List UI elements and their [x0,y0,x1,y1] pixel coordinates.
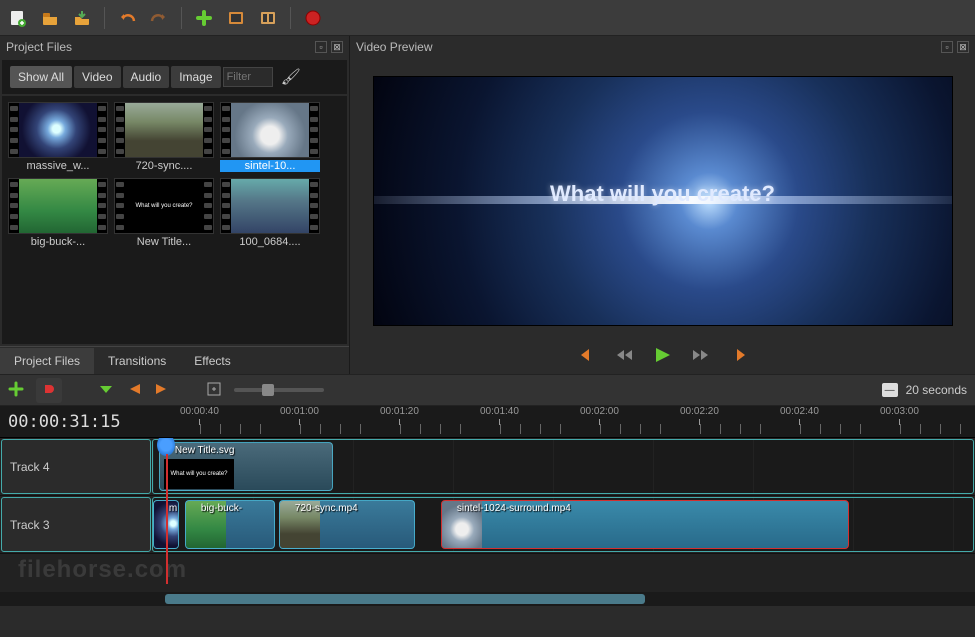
center-playhead-icon[interactable] [206,381,222,400]
ruler-tick: 00:01:20 [380,406,419,425]
prev-marker-icon[interactable] [126,382,142,399]
project-file-thumb[interactable]: 720-sync.... [114,102,214,172]
timeline-scrollbar[interactable] [0,592,975,606]
zoom-level-icon[interactable]: — [882,383,898,397]
project-file-thumb[interactable]: massive_w... [8,102,108,172]
main-toolbar [0,0,975,36]
timeline-clip[interactable]: ▼720-sync.mp4 [279,500,415,549]
panel-close-icon[interactable]: ⊠ [331,41,343,53]
timeline-clip[interactable]: ▼big-buck- [185,500,275,549]
tab-project-files[interactable]: Project Files [0,348,94,374]
video-preview[interactable]: What will you create? [373,76,953,326]
forward-icon[interactable] [691,347,711,366]
filter-input[interactable] [223,67,273,87]
ruler-tick: 00:01:40 [480,406,519,425]
filter-row: Show All Video Audio Image 🖌 [2,60,347,94]
timeline: 00:00:31:15 00:00:40 00:01:00 00:01:20 00:0… [0,406,975,606]
timeline-tracks: Track 4▼New Title.svgWhat will you creat… [0,438,975,592]
add-track-icon[interactable] [8,381,24,400]
ruler-tick: 00:01:00 [280,406,319,425]
new-file-icon[interactable] [8,8,28,28]
filter-audio[interactable]: Audio [123,66,170,88]
tab-effects[interactable]: Effects [180,348,244,374]
ruler-tick: 00:02:40 [780,406,819,425]
separator [181,7,182,29]
video-preview-header: Video Preview ▫ ⊠ [350,36,975,58]
filmstrip-icon[interactable] [226,8,246,28]
open-file-icon[interactable] [40,8,60,28]
preview-overlay-text: What will you create? [374,181,952,207]
clear-filter-icon[interactable]: 🖌 [281,67,301,87]
video-preview-title: Video Preview [356,40,433,54]
filmstrip2-icon[interactable] [258,8,278,28]
project-file-thumb[interactable]: What will you create?New Title... [114,178,214,248]
timeline-clip[interactable]: ▼sintel-1024-surround.mp4 [441,500,849,549]
zoom-slider[interactable] [234,388,324,392]
rewind-icon[interactable] [615,347,635,366]
ruler-tick: 00:03:00 [880,406,919,425]
filter-show-all[interactable]: Show All [10,66,72,88]
separator [290,7,291,29]
timeline-clip[interactable]: ▼New Title.svgWhat will you create? [159,442,333,491]
panel-close-icon[interactable]: ⊠ [957,41,969,53]
ruler-tick: 00:02:00 [580,406,619,425]
marker-dropdown-icon[interactable] [98,383,114,398]
track-header[interactable]: Track 4 [1,439,151,494]
project-files-grid: massive_w...720-sync....sintel-10... big-… [2,96,347,344]
panel-detach-icon[interactable]: ▫ [315,41,327,53]
jump-start-icon[interactable] [577,347,597,366]
redo-icon[interactable] [149,8,169,28]
panel-tabs: Project Files Transitions Effects [0,346,349,374]
timeline-ruler[interactable]: 00:00:31:15 00:00:40 00:01:00 00:01:20 00:0… [0,406,975,438]
playhead[interactable] [166,438,175,592]
ruler-tick: 00:02:20 [680,406,719,425]
project-files-header: Project Files ▫ ⊠ [0,36,349,58]
track-header[interactable]: Track 3 [1,497,151,552]
track-content[interactable]: ▼New Title.svgWhat will you create? [152,439,974,494]
timeline-track: Track 4▼New Title.svgWhat will you creat… [0,438,975,496]
play-icon[interactable] [653,346,673,367]
jump-end-icon[interactable] [729,347,749,366]
project-file-thumb[interactable]: sintel-10... [220,102,320,172]
timeline-track: Track 3▼m▼big-buck-▼720-sync.mp4▼sintel-… [0,496,975,554]
tab-transitions[interactable]: Transitions [94,348,180,374]
next-marker-icon[interactable] [154,382,170,399]
project-files-title: Project Files [6,40,72,54]
add-icon[interactable] [194,8,214,28]
save-file-icon[interactable] [72,8,92,28]
panel-detach-icon[interactable]: ▫ [941,41,953,53]
filter-video[interactable]: Video [74,66,120,88]
transport-controls [350,338,975,374]
project-file-thumb[interactable]: 100_0684.... [220,178,320,248]
ruler-tick: 00:00:40 [180,406,219,425]
undo-icon[interactable] [117,8,137,28]
timecode-display: 00:00:31:15 [8,412,121,432]
project-file-thumb[interactable]: big-buck-... [8,178,108,248]
track-content[interactable]: ▼m▼big-buck-▼720-sync.mp4▼sintel-1024-su… [152,497,974,552]
zoom-label: 20 seconds [906,383,967,397]
separator [104,7,105,29]
timeline-toolbar: — 20 seconds [0,374,975,406]
record-icon[interactable] [303,8,323,28]
snap-icon[interactable] [36,378,62,403]
filter-image[interactable]: Image [171,66,220,88]
